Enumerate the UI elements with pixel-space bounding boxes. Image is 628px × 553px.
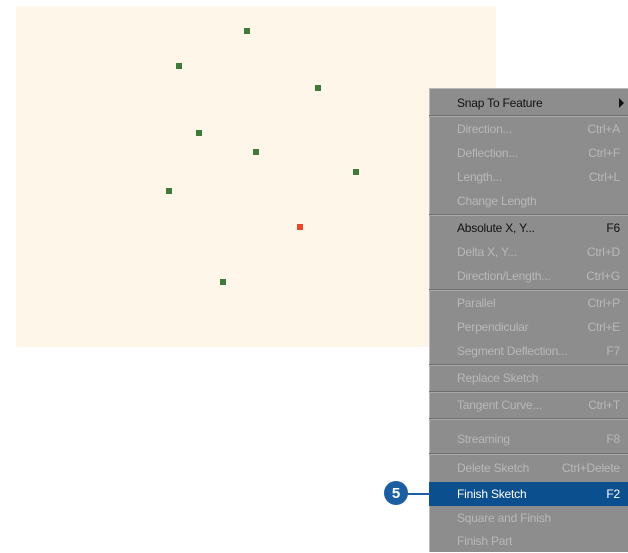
- menu-item-label: Deflection...: [457, 146, 518, 160]
- menu-item-label: Absolute X, Y...: [457, 221, 535, 235]
- menu-item-finish-part[interactable]: Finish Part: [429, 529, 628, 553]
- menu-item-streaming[interactable]: Streaming F8: [429, 427, 628, 451]
- selected-sketch-vertex[interactable]: [297, 224, 303, 230]
- menu-item-label: Length...: [457, 170, 502, 184]
- menu-item-snap-to-feature[interactable]: Snap To Feature: [429, 91, 628, 115]
- menu-item-delete-sketch[interactable]: Delete Sketch Ctrl+Delete: [429, 456, 628, 480]
- menu-item-shortcut: F2: [606, 487, 620, 501]
- menu-item-shortcut: Ctrl+F: [588, 146, 620, 160]
- menu-item-shortcut: Ctrl+A: [587, 122, 621, 136]
- menu-item-segment-deflection[interactable]: Segment Deflection... F7: [429, 339, 628, 363]
- menu-item-label: Direction/Length...: [457, 269, 551, 283]
- sketch-vertex[interactable]: [253, 149, 259, 155]
- menu-item-finish-sketch[interactable]: Finish Sketch F2: [429, 482, 628, 506]
- menu-item-direction-length[interactable]: Direction/Length... Ctrl+G: [429, 264, 628, 288]
- menu-item-label: Change Length: [457, 194, 537, 208]
- menu-item-label: Direction...: [457, 122, 512, 136]
- menu-item-square-and-finish[interactable]: Square and Finish: [429, 506, 628, 530]
- menu-item-direction[interactable]: Direction... Ctrl+A: [429, 117, 628, 141]
- menu-item-label: Delete Sketch: [457, 461, 530, 475]
- menu-item-label: Perpendicular: [457, 320, 529, 334]
- menu-item-label: Parallel: [457, 296, 496, 310]
- step-number-callout: 5: [384, 481, 408, 505]
- menu-item-perpendicular[interactable]: Perpendicular Ctrl+E: [429, 315, 628, 339]
- menu-item-shortcut: F7: [606, 344, 620, 358]
- menu-item-shortcut: F6: [606, 221, 620, 235]
- callout-pointer-line: [406, 493, 430, 495]
- menu-item-delta-xy[interactable]: Delta X, Y... Ctrl+D: [429, 240, 628, 264]
- menu-item-label: Segment Deflection...: [457, 344, 568, 358]
- menu-item-label: Streaming: [457, 432, 510, 446]
- menu-item-label: Tangent Curve...: [457, 398, 542, 412]
- menu-item-shortcut: F8: [606, 432, 620, 446]
- map-canvas[interactable]: [16, 6, 496, 347]
- menu-separator: [429, 418, 628, 420]
- menu-item-absolute-xy[interactable]: Absolute X, Y... F6: [429, 216, 628, 240]
- menu-item-shortcut: Ctrl+T: [588, 398, 620, 412]
- submenu-arrow-icon: [619, 98, 624, 108]
- menu-separator: [429, 453, 628, 455]
- sketch-vertex[interactable]: [244, 28, 250, 34]
- sketch-vertex[interactable]: [315, 85, 321, 91]
- menu-item-parallel[interactable]: Parallel Ctrl+P: [429, 291, 628, 315]
- menu-item-length[interactable]: Length... Ctrl+L: [429, 165, 628, 189]
- menu-item-change-length[interactable]: Change Length: [429, 189, 628, 213]
- menu-item-label: Square and Finish: [457, 511, 551, 525]
- sketch-vertex[interactable]: [220, 279, 226, 285]
- sketch-vertex[interactable]: [196, 130, 202, 136]
- menu-item-deflection[interactable]: Deflection... Ctrl+F: [429, 141, 628, 165]
- menu-item-shortcut: Ctrl+D: [586, 245, 620, 259]
- menu-item-shortcut: Ctrl+L: [588, 170, 620, 184]
- menu-item-label: Replace Sketch: [457, 371, 539, 385]
- menu-item-replace-sketch[interactable]: Replace Sketch: [429, 366, 628, 390]
- menu-item-shortcut: Ctrl+P: [587, 296, 621, 310]
- menu-item-label: Delta X, Y...: [457, 245, 517, 259]
- sketch-vertex[interactable]: [176, 63, 182, 69]
- menu-item-label: Finish Sketch: [457, 487, 527, 501]
- menu-item-shortcut: Ctrl+Delete: [561, 461, 620, 475]
- sketch-vertex[interactable]: [353, 169, 359, 175]
- sketch-context-menu: Snap To Feature Direction... Ctrl+A Defl…: [429, 88, 628, 552]
- menu-item-shortcut: Ctrl+G: [586, 269, 620, 283]
- menu-item-tangent-curve[interactable]: Tangent Curve... Ctrl+T: [429, 393, 628, 417]
- menu-item-label: Snap To Feature: [457, 96, 543, 110]
- menu-item-label: Finish Part: [457, 534, 513, 548]
- menu-item-shortcut: Ctrl+E: [587, 320, 621, 334]
- sketch-vertex[interactable]: [166, 188, 172, 194]
